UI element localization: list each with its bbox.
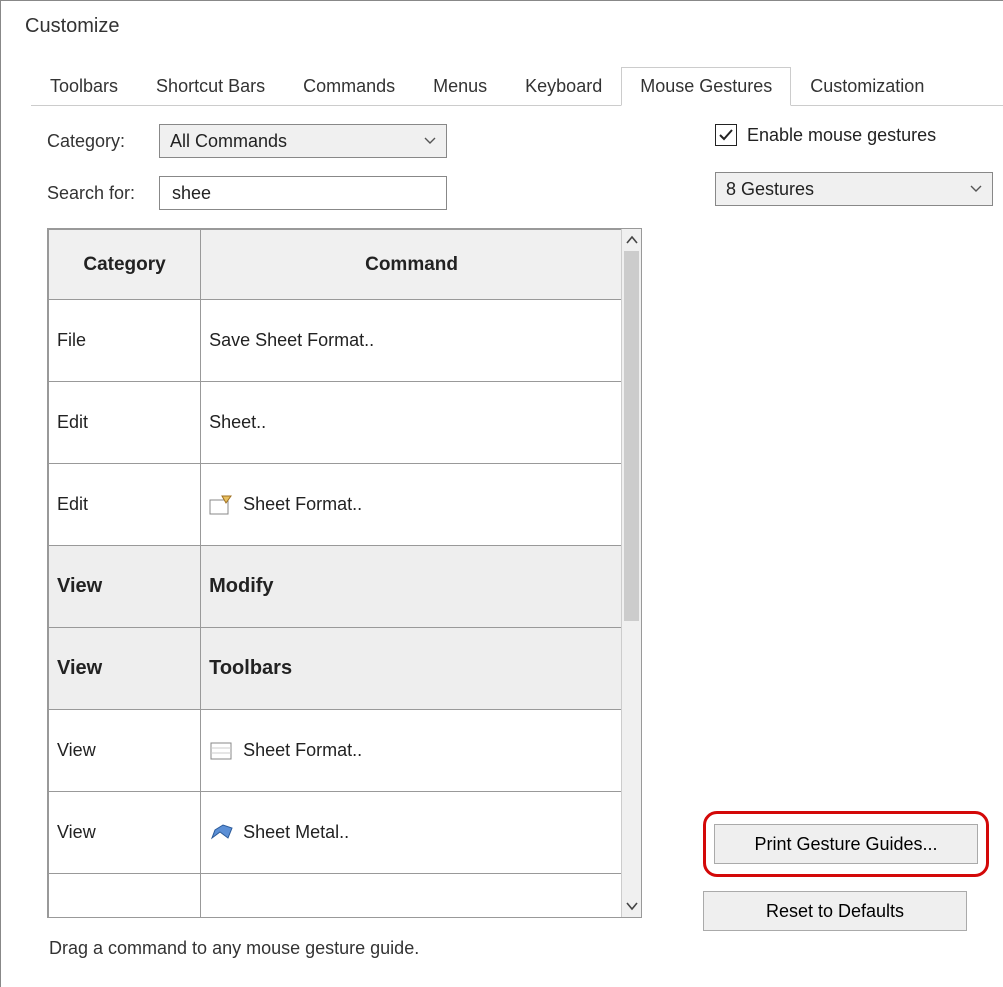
table-row[interactable]: Edit Sheet Format.. bbox=[49, 464, 623, 546]
action-buttons: Print Gesture Guides... Reset to Default… bbox=[703, 811, 989, 953]
col-header-command[interactable]: Command bbox=[201, 230, 623, 300]
command-table-scroll: Category Command File Save Sheet Format..… bbox=[48, 229, 641, 917]
cell-category: View bbox=[49, 546, 201, 628]
sheetmetal-icon bbox=[209, 822, 235, 844]
tab-toolbars[interactable]: Toolbars bbox=[31, 67, 137, 106]
table-row[interactable]: View Toolbars bbox=[49, 628, 623, 710]
enable-gestures-label: Enable mouse gestures bbox=[747, 125, 936, 146]
cell-command: Sheet.. bbox=[201, 382, 623, 464]
dialog-title: Customize bbox=[1, 1, 1003, 38]
cell-category: Edit bbox=[49, 382, 201, 464]
scroll-track[interactable] bbox=[622, 251, 641, 895]
scroll-up-button[interactable] bbox=[622, 229, 641, 251]
cell-category: File bbox=[49, 300, 201, 382]
search-input[interactable] bbox=[170, 182, 436, 205]
command-label: Save Sheet Format.. bbox=[209, 330, 374, 351]
gesture-count-dropdown[interactable]: 8 Gestures bbox=[715, 172, 993, 206]
search-input-wrapper bbox=[159, 176, 447, 210]
scroll-down-button[interactable] bbox=[622, 895, 641, 917]
command-table-wrapper: Category Command File Save Sheet Format..… bbox=[47, 228, 642, 918]
enable-gestures-checkbox[interactable]: Enable mouse gestures bbox=[715, 124, 991, 146]
cell-command: Modify bbox=[201, 546, 623, 628]
chevron-down-icon bbox=[970, 185, 982, 193]
page-edit-icon bbox=[209, 494, 235, 516]
cell-command: Sheet Format.. bbox=[201, 464, 623, 546]
search-row: Search for: bbox=[47, 176, 701, 210]
cell-command: Toolbars bbox=[201, 628, 623, 710]
page-icon bbox=[209, 740, 235, 762]
category-label: Category: bbox=[47, 131, 159, 152]
table-row[interactable]: File Save Sheet Format.. bbox=[49, 300, 623, 382]
command-label: Toolbars bbox=[209, 657, 292, 680]
vertical-scrollbar[interactable] bbox=[621, 229, 641, 917]
category-dropdown[interactable]: All Commands bbox=[159, 124, 447, 158]
table-row[interactable] bbox=[49, 874, 623, 918]
tab-menus[interactable]: Menus bbox=[414, 67, 506, 106]
tab-commands[interactable]: Commands bbox=[284, 67, 414, 106]
col-header-category[interactable]: Category bbox=[49, 230, 201, 300]
command-label: Sheet.. bbox=[209, 412, 266, 433]
tab-shortcut-bars[interactable]: Shortcut Bars bbox=[137, 67, 284, 106]
table-row[interactable]: View Sheet Format.. bbox=[49, 710, 623, 792]
scroll-thumb[interactable] bbox=[624, 251, 639, 621]
cell-command: Sheet Metal.. bbox=[201, 792, 623, 874]
cell-category: View bbox=[49, 628, 201, 710]
cell-category: View bbox=[49, 792, 201, 874]
command-label: Sheet Format.. bbox=[243, 740, 362, 761]
content-area: Category: All Commands Search for: bbox=[1, 106, 1003, 918]
highlight-annotation: Print Gesture Guides... bbox=[703, 811, 989, 877]
table-row[interactable]: View Modify bbox=[49, 546, 623, 628]
command-label: Sheet Format.. bbox=[243, 494, 362, 515]
command-table: Category Command File Save Sheet Format..… bbox=[48, 229, 623, 917]
category-value: All Commands bbox=[170, 131, 287, 152]
gesture-count-value: 8 Gestures bbox=[726, 179, 814, 200]
right-pane: Enable mouse gestures 8 Gestures bbox=[701, 124, 991, 918]
category-row: Category: All Commands bbox=[47, 124, 701, 158]
chevron-down-icon bbox=[424, 137, 436, 145]
checkbox-box bbox=[715, 124, 737, 146]
cell-category: View bbox=[49, 710, 201, 792]
tab-keyboard[interactable]: Keyboard bbox=[506, 67, 621, 106]
tab-strip: ToolbarsShortcut BarsCommandsMenusKeyboa… bbox=[31, 66, 1003, 106]
tab-mouse-gestures[interactable]: Mouse Gestures bbox=[621, 67, 791, 106]
cell-command: Save Sheet Format.. bbox=[201, 300, 623, 382]
customize-dialog: Customize ToolbarsShortcut BarsCommandsM… bbox=[0, 0, 1003, 987]
search-label: Search for: bbox=[47, 183, 159, 204]
print-gesture-guides-button[interactable]: Print Gesture Guides... bbox=[714, 824, 978, 864]
cell-command: Sheet Format.. bbox=[201, 710, 623, 792]
command-label: Modify bbox=[209, 575, 273, 598]
table-row[interactable]: View Sheet Metal.. bbox=[49, 792, 623, 874]
tab-customization[interactable]: Customization bbox=[791, 67, 943, 106]
left-pane: Category: All Commands Search for: bbox=[47, 124, 701, 918]
table-row[interactable]: Edit Sheet.. bbox=[49, 382, 623, 464]
cell-category: Edit bbox=[49, 464, 201, 546]
reset-to-defaults-button[interactable]: Reset to Defaults bbox=[703, 891, 967, 931]
command-label: Sheet Metal.. bbox=[243, 822, 349, 843]
